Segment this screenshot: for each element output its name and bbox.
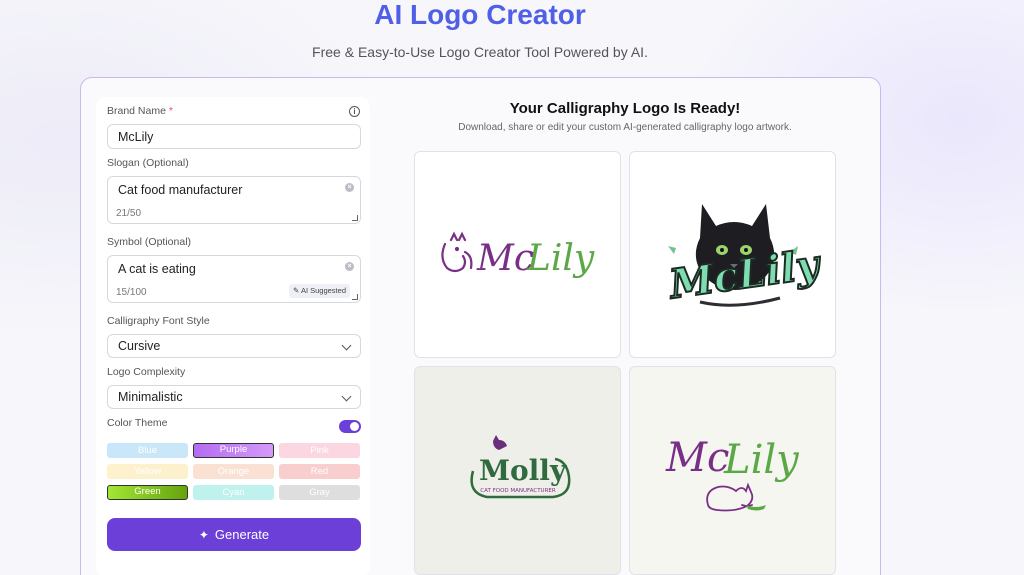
resize-grip-icon[interactable] (352, 294, 358, 300)
color-theme-toggle[interactable] (339, 420, 361, 433)
logo-image-1: Mc Lily (441, 231, 595, 279)
results-title: Your Calligraphy Logo Is Ready! (509, 100, 741, 117)
clear-icon[interactable]: × (345, 262, 354, 271)
logo-1-mc: Mc (476, 238, 534, 279)
page-title: AI Logo Creator (374, 0, 586, 30)
symbol-label: Symbol (Optional) (107, 236, 192, 248)
required-mark: * (168, 105, 173, 117)
complexity-label: Logo Complexity (107, 366, 186, 378)
chevron-down-icon (341, 340, 352, 351)
logo-card-1[interactable]: Mc Lily (414, 151, 621, 358)
page-subtitle: Free & Easy-to-Use Logo Creator Tool Pow… (312, 44, 648, 60)
swatch-blue[interactable]: Blue (107, 443, 188, 458)
swatch-purple[interactable]: Purple (193, 443, 274, 458)
chevron-down-icon (341, 391, 352, 402)
magic-wand-icon: ✦ (198, 528, 209, 542)
symbol-textarea[interactable]: A cat is eating 15/100 × ✎ AI Suggested (107, 255, 361, 303)
swatch-pink[interactable]: Pink (279, 443, 360, 458)
slogan-textarea[interactable]: Cat food manufacturer 21/50 × (107, 176, 361, 224)
complexity-select[interactable]: Minimalistic (107, 385, 361, 409)
toggle-knob (350, 422, 359, 431)
color-theme-label: Color Theme (107, 417, 168, 429)
logo-1-lily: Lily (526, 238, 595, 279)
wand-icon: ✎ (292, 286, 300, 295)
generate-button[interactable]: ✦ Generate (107, 518, 361, 551)
brand-name-label: Brand Name * (107, 105, 173, 117)
slogan-label: Slogan (Optional) (107, 157, 189, 169)
swatch-yellow[interactable]: Yellow (107, 464, 188, 479)
swatch-red[interactable]: Red (279, 464, 360, 479)
logo-image-2: McLily (664, 204, 826, 309)
swatch-orange[interactable]: Orange (193, 464, 274, 479)
swatch-gray[interactable]: Gray (279, 485, 360, 500)
logo-4-lily: Lily (723, 437, 800, 483)
results-subtitle: Download, share or edit your custom AI-g… (458, 122, 792, 133)
symbol-counter: 15/100 (116, 287, 147, 298)
font-style-label: Calligraphy Font Style (107, 315, 210, 327)
font-style-select[interactable]: Cursive (107, 334, 361, 358)
logo-image-4: Mc Lily (665, 435, 800, 512)
swatch-green[interactable]: Green (107, 485, 188, 500)
logo-3-name: Molly (479, 454, 567, 487)
logo-2-text: McLily (665, 240, 825, 308)
logo-4-mc: Mc (665, 435, 729, 481)
resize-grip-icon[interactable] (352, 215, 358, 221)
brand-name-input[interactable]: McLily (107, 124, 361, 149)
logo-card-4[interactable]: Mc Lily (629, 366, 836, 575)
ai-suggested-button[interactable]: ✎ AI Suggested (288, 284, 350, 298)
logo-3-tagline: CAT FOOD MANUFACTURER (480, 488, 556, 494)
logo-card-2[interactable]: McLily (629, 151, 836, 358)
info-icon[interactable]: i (349, 106, 360, 117)
clear-icon[interactable]: × (345, 183, 354, 192)
slogan-counter: 21/50 (116, 208, 142, 219)
swatch-cyan[interactable]: Cyan (193, 485, 274, 500)
logo-card-3[interactable]: Molly CAT FOOD MANUFACTURER (414, 366, 621, 575)
logo-image-3: Molly CAT FOOD MANUFACTURER (470, 435, 571, 499)
